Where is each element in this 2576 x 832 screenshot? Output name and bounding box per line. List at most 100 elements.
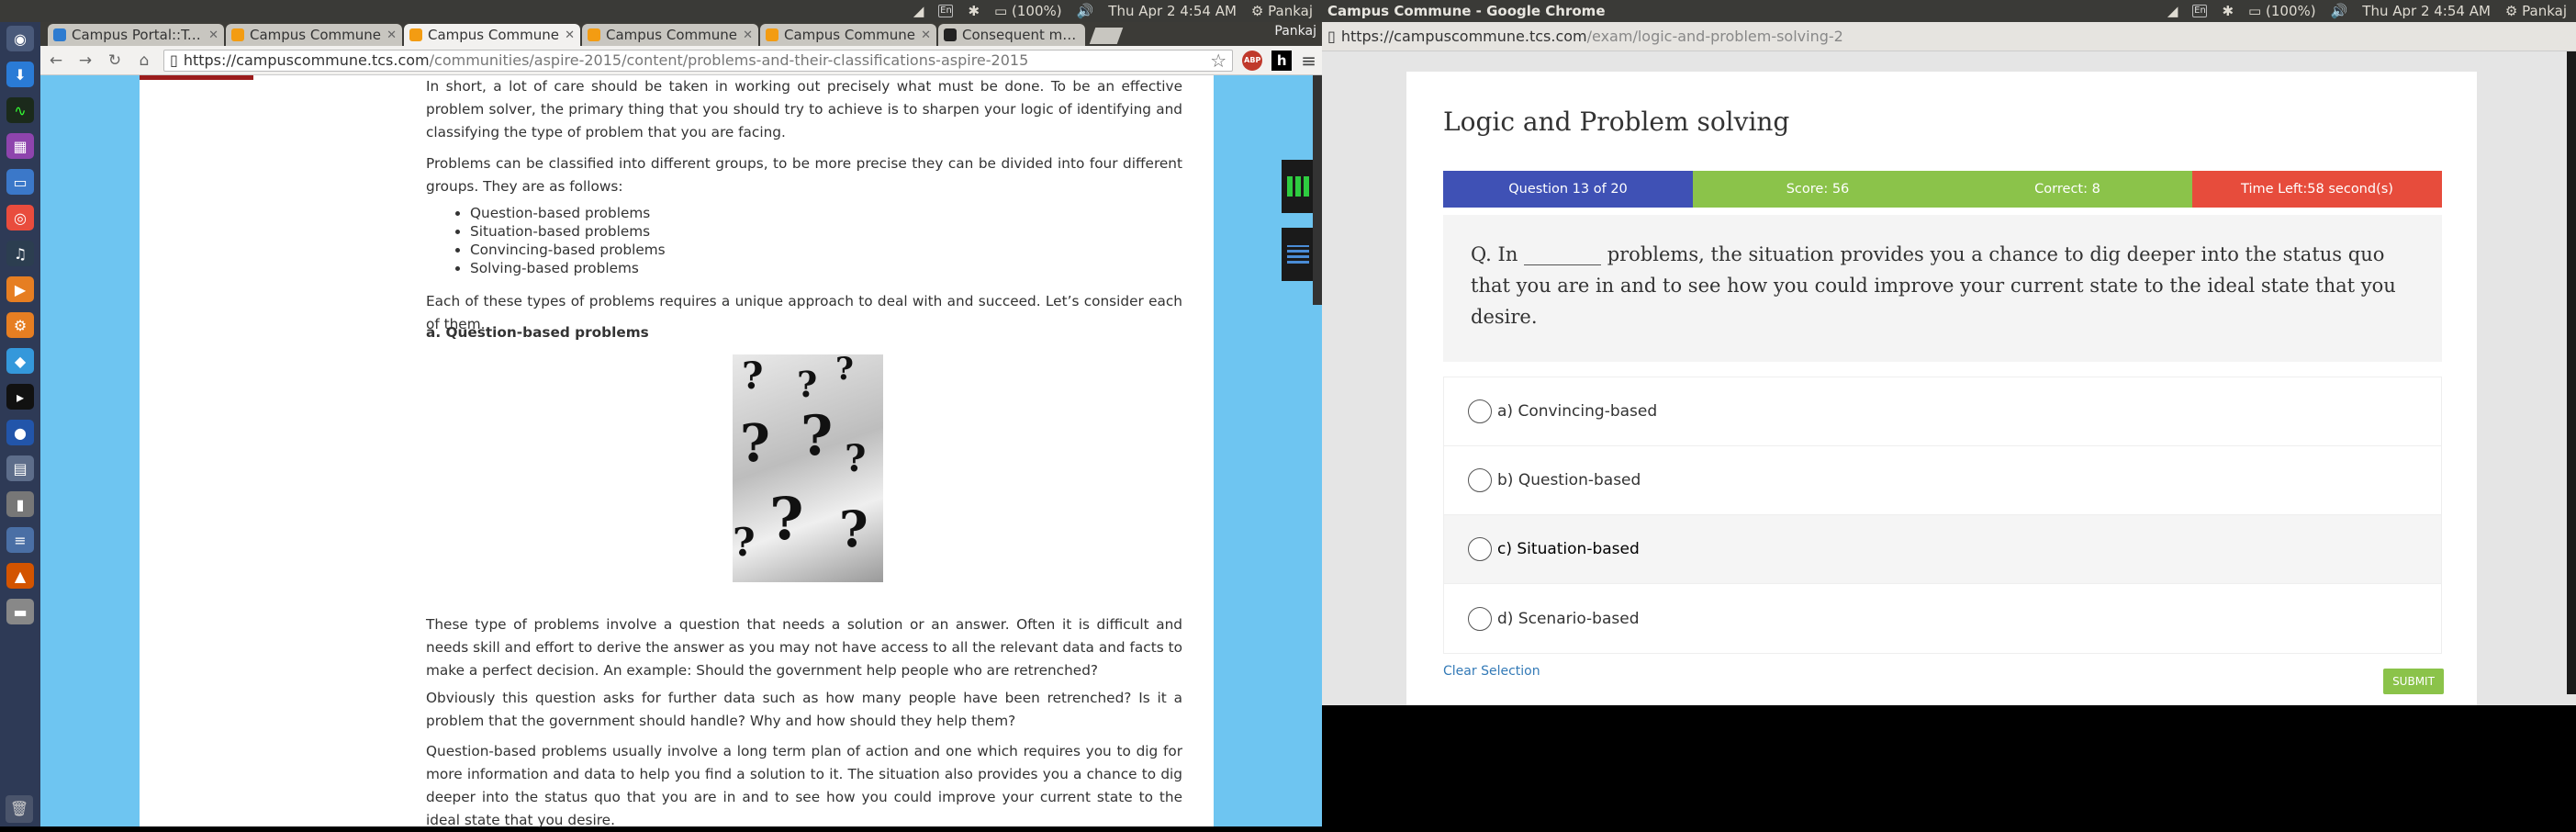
home-icon[interactable]: ⌂ [134, 51, 154, 71]
close-icon[interactable]: ✕ [386, 28, 397, 42]
nav-bar: ← → ↻ ⌂ ▯ https://campuscommune.tcs.com/… [40, 46, 1322, 75]
cube-icon[interactable]: ◆ [6, 348, 34, 374]
chrome-icon[interactable]: ◎ [6, 205, 34, 230]
apps-widget[interactable] [1282, 160, 1315, 213]
settings-icon[interactable]: ⚙ [6, 312, 34, 338]
url-path: /communities/aspire-2015/content/problem… [429, 51, 1029, 69]
radio-button[interactable] [1468, 537, 1492, 561]
question-marks-image: ? ? ? ? ? ? ? ? ? [733, 354, 883, 582]
page-icon: ▯ [1327, 28, 1336, 45]
clock[interactable]: Thu Apr 2 4:54 AM [2362, 3, 2491, 19]
network-icon[interactable]: ◢ [2167, 3, 2178, 19]
close-icon[interactable]: ✕ [208, 28, 218, 42]
tab-label: Campus Commune [250, 27, 382, 43]
bluetooth-icon[interactable]: ✱ [968, 3, 980, 19]
menu-icon[interactable]: ≡ [1301, 50, 1316, 72]
new-tab-button[interactable] [1089, 28, 1124, 44]
option-label: d) Scenario-based [1497, 609, 1640, 628]
tab-0[interactable]: Campus Portal::Tata ✕ [48, 24, 224, 46]
window-title: Campus Commune - Google Chrome [1327, 3, 1606, 19]
tab-label: Consequent meanin [962, 27, 1080, 43]
drive-icon[interactable]: ▬ [6, 599, 34, 624]
favicon-icon [53, 28, 66, 41]
trash-icon[interactable]: 🗑 [6, 795, 33, 823]
usb-icon[interactable]: ▮ [6, 491, 34, 517]
paragraph-2: Problems can be classified into differen… [426, 155, 1182, 195]
document-icon[interactable]: ≡ [6, 527, 34, 553]
battery-indicator[interactable]: ▭ (100%) [994, 3, 1062, 19]
terminal-icon[interactable]: ▸ [6, 384, 34, 410]
workspace-icon[interactable]: ▤ [6, 455, 34, 481]
keyboard-indicator[interactable]: En [938, 5, 954, 17]
back-icon[interactable]: ← [46, 51, 66, 71]
volume-icon[interactable]: 🔊 [1077, 3, 1094, 19]
clock[interactable]: Thu Apr 2 4:54 AM [1108, 3, 1237, 19]
files-icon[interactable]: ▭ [6, 169, 34, 195]
extension-icon[interactable]: h [1271, 50, 1293, 71]
unity-launcher: ◉ ⬇ ∿ ▦ ▭ ◎ ♫ ▶ ⚙ ◆ ▸ ● ▤ ▮ ≡ ▲ ▬ 🗑 [0, 22, 40, 826]
close-icon[interactable]: ✕ [743, 28, 753, 42]
close-icon[interactable]: ✕ [565, 28, 575, 42]
scrollbar[interactable] [2567, 51, 2576, 694]
page-icon: ▯ [170, 51, 178, 69]
app2-icon[interactable]: ● [6, 420, 34, 445]
dash-icon[interactable]: ◉ [6, 26, 34, 51]
radio-button[interactable] [1468, 468, 1492, 492]
volume-icon[interactable]: 🔊 [2331, 3, 2348, 19]
image-viewer-icon[interactable]: ▲ [6, 563, 34, 589]
reload-icon[interactable]: ↻ [105, 51, 125, 71]
tab-label: Campus Commune [606, 27, 738, 43]
address-bar[interactable]: ▯ https://campuscommune.tcs.com/communit… [163, 49, 1234, 72]
forward-icon[interactable]: → [75, 51, 95, 71]
profile-name[interactable]: Pankaj [1274, 24, 1316, 39]
tab-label: Campus Portal::Tata [72, 27, 204, 43]
option-label: c) Situation-based [1497, 540, 1640, 558]
score-badge: Score: 56 [1693, 171, 1943, 208]
list-widget[interactable] [1282, 228, 1315, 281]
scrollbar[interactable] [1313, 75, 1322, 305]
url-host: https://campuscommune.tcs.com [1340, 28, 1587, 45]
app-icon[interactable]: ▦ [6, 133, 34, 159]
tab-2[interactable]: Campus Commune ✕ [404, 24, 580, 46]
radio-button[interactable] [1468, 606, 1492, 631]
bookmark-star-icon[interactable]: ☆ [1210, 50, 1226, 72]
option-c[interactable]: c) Situation-based [1444, 515, 2441, 584]
music-icon[interactable]: ♫ [6, 241, 34, 266]
radio-button[interactable] [1468, 399, 1492, 423]
tab-label: Campus Commune [784, 27, 916, 43]
favicon-icon [231, 28, 244, 41]
paragraph-1: In short, a lot of care should be taken … [426, 78, 1182, 141]
keyboard-indicator[interactable]: En [2192, 5, 2208, 17]
tab-strip: Campus Portal::Tata ✕ Campus Commune ✕ Cam… [40, 22, 1322, 46]
option-b[interactable]: b) Question-based [1444, 446, 2441, 515]
question-box: Q. In ________ problems, the situation p… [1443, 215, 2442, 362]
user-menu[interactable]: ⚙ Pankaj [2505, 3, 2567, 19]
option-label: b) Question-based [1497, 471, 1641, 489]
video-icon[interactable]: ▶ [6, 276, 34, 302]
options-list: a) Convincing-based b) Question-based c)… [1443, 377, 2442, 654]
system-topbar-right: Campus Commune - Google Chrome ◢ En ✱ ▭ … [1322, 0, 2576, 22]
option-a[interactable]: a) Convincing-based [1444, 377, 2441, 446]
close-icon[interactable]: ✕ [921, 28, 931, 42]
network-icon[interactable]: ◢ [913, 3, 924, 19]
exam-panel: Logic and Problem solving Question 13 of… [1406, 72, 2477, 705]
battery-indicator[interactable]: ▭ (100%) [2248, 3, 2316, 19]
monitor-icon[interactable]: ∿ [6, 97, 34, 123]
tab-4[interactable]: Campus Commune ✕ [760, 24, 936, 46]
paragraph-6: Question-based problems usually involve … [426, 743, 1182, 828]
option-d[interactable]: d) Scenario-based [1444, 584, 2441, 653]
paragraph-5: Obviously this question asks for further… [426, 690, 1182, 729]
tab-3[interactable]: Campus Commune ✕ [582, 24, 758, 46]
adblock-icon[interactable]: ABP [1242, 50, 1263, 71]
clear-selection-link[interactable]: Clear Selection [1443, 664, 1540, 679]
download-icon[interactable]: ⬇ [6, 62, 34, 87]
tab-1[interactable]: Campus Commune ✕ [226, 24, 402, 46]
option-label: a) Convincing-based [1497, 402, 1658, 421]
tab-5[interactable]: Consequent meanin [938, 24, 1085, 46]
bluetooth-icon[interactable]: ✱ [2222, 3, 2234, 19]
user-menu[interactable]: ⚙ Pankaj [1251, 3, 1313, 19]
address-bar[interactable]: ▯ https://campuscommune.tcs.com/exam/log… [1322, 22, 2576, 51]
submit-button[interactable]: SUBMIT [2383, 669, 2444, 694]
battery-text: (100%) [1012, 3, 1062, 19]
url-path: /exam/logic-and-problem-solving-2 [1586, 28, 1843, 45]
